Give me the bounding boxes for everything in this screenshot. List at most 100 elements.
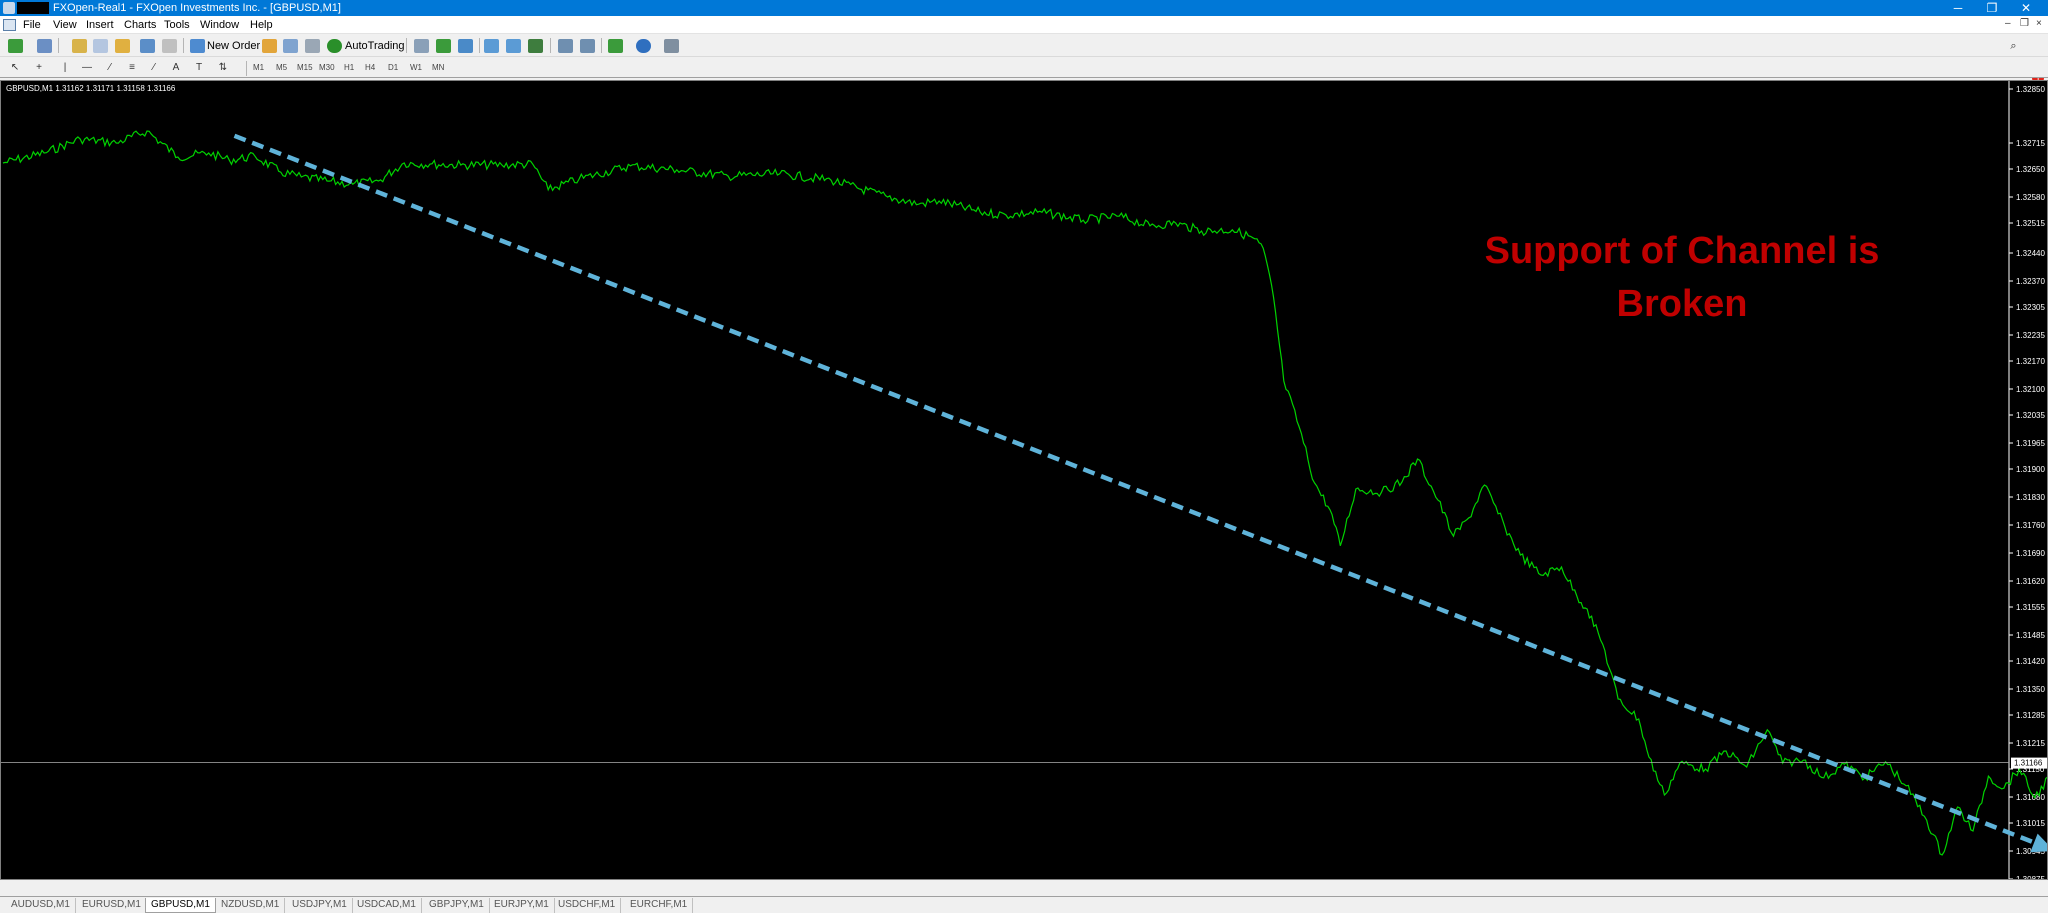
timeframe-m15[interactable]: M15 xyxy=(297,61,313,75)
y-tick-label: 1.31350 xyxy=(2016,685,2045,694)
indicators-icon[interactable] xyxy=(608,39,623,53)
navigator-icon[interactable] xyxy=(115,39,130,53)
line-chart-icon[interactable] xyxy=(458,39,473,53)
cursor-icon[interactable]: ↖ xyxy=(8,61,22,75)
y-tick-label: 1.32515 xyxy=(2016,219,2045,228)
timeframe-d1[interactable]: D1 xyxy=(388,61,398,75)
bar-chart-icon[interactable] xyxy=(414,39,429,53)
tab-audusd[interactable]: AUDUSD,M1 xyxy=(6,898,76,913)
y-tick-label: 1.31420 xyxy=(2016,657,2045,666)
profiles-icon[interactable] xyxy=(37,39,52,53)
strategy-tester-icon[interactable] xyxy=(162,39,177,53)
candlesticks-icon[interactable] xyxy=(436,39,451,53)
y-tick-label: 1.32370 xyxy=(2016,277,2045,286)
tab-gbpjpy[interactable]: GBPJPY,M1 xyxy=(424,898,490,913)
mdi-minimize-button[interactable]: – xyxy=(2005,17,2011,31)
options-icon[interactable] xyxy=(305,39,320,53)
y-tick-label: 1.31760 xyxy=(2016,521,2045,530)
y-tick-label: 1.30875 xyxy=(2016,875,2045,879)
mdi-restore-button[interactable]: ❐ xyxy=(2020,17,2029,31)
data-window-icon[interactable] xyxy=(93,39,108,53)
annotation-line-2: Broken xyxy=(1617,283,1748,325)
toolbar-separator xyxy=(550,38,551,53)
tab-eurchf[interactable]: EURCHF,M1 xyxy=(625,898,694,913)
tab-nzdusd[interactable]: NZDUSD,M1 xyxy=(216,898,286,913)
tab-usdchf[interactable]: USDCHF,M1 xyxy=(553,898,622,913)
menu-insert[interactable]: Insert xyxy=(86,18,114,32)
chart-window[interactable]: 1.32850 1.32715 1.32650 1.32580 1.32515 1.324… xyxy=(0,80,2048,880)
bid-price-label: 1.31166 xyxy=(2014,759,2043,768)
autotrading-icon[interactable] xyxy=(327,39,342,53)
chart-window-icon[interactable] xyxy=(3,19,16,31)
terminal-icon[interactable] xyxy=(140,39,155,53)
y-tick-label: 1.31080 xyxy=(2016,793,2045,802)
menu-bar: File View Insert Charts Tools Window Hel… xyxy=(0,16,2048,34)
tab-eurusd[interactable]: EURUSD,M1 xyxy=(77,898,147,913)
app-icon[interactable] xyxy=(3,2,15,14)
y-tick-label: 1.31900 xyxy=(2016,465,2045,474)
fibonacci-icon[interactable]: ⁄ xyxy=(147,61,161,75)
market-watch-icon[interactable] xyxy=(72,39,87,53)
text-icon[interactable]: A xyxy=(169,61,183,75)
tile-windows-icon[interactable] xyxy=(528,39,543,53)
price-chart[interactable]: 1.32850 1.32715 1.32650 1.32580 1.32515 1.324… xyxy=(1,81,2047,879)
autotrading-button[interactable]: AutoTrading xyxy=(345,38,405,54)
tab-usdcad[interactable]: USDCAD,M1 xyxy=(352,898,422,913)
y-tick-label: 1.31620 xyxy=(2016,577,2045,586)
trendline-arrowhead xyxy=(2030,833,2047,853)
y-tick-label: 1.31485 xyxy=(2016,631,2045,640)
y-tick-label: 1.31830 xyxy=(2016,493,2045,502)
y-tick-label: 1.32035 xyxy=(2016,411,2045,420)
new-order-button[interactable]: New Order xyxy=(207,38,260,54)
y-tick-label: 1.31690 xyxy=(2016,549,2045,558)
new-chart-icon[interactable] xyxy=(8,39,23,53)
periods-icon[interactable] xyxy=(636,39,651,53)
mdi-close-button[interactable]: × xyxy=(2036,17,2042,31)
menu-help[interactable]: Help xyxy=(250,18,273,32)
y-tick-label: 1.31215 xyxy=(2016,739,2045,748)
tab-usdjpy[interactable]: USDJPY,M1 xyxy=(287,898,353,913)
crosshair-icon[interactable]: + xyxy=(32,61,46,75)
tab-eurjpy[interactable]: EURJPY,M1 xyxy=(489,898,555,913)
y-tick-label: 1.32580 xyxy=(2016,193,2045,202)
new-order-icon[interactable] xyxy=(190,39,205,53)
y-tick-label: 1.31285 xyxy=(2016,711,2045,720)
vertical-line-icon[interactable]: | xyxy=(58,61,72,75)
timeframe-h4[interactable]: H4 xyxy=(365,61,375,75)
autoscroll-icon[interactable] xyxy=(580,39,595,53)
y-tick-label: 1.32850 xyxy=(2016,85,2045,94)
title-bar: FXOpen-Real1 - FXOpen Investments Inc. -… xyxy=(0,0,2048,16)
equidistant-channel-icon[interactable]: ≡ xyxy=(125,61,139,75)
y-tick-label: 1.31555 xyxy=(2016,603,2045,612)
timeframe-m1[interactable]: M1 xyxy=(253,61,264,75)
line-studies-toolbar: ↖ + | — ⁄ ≡ ⁄ A T ⇅ M1 M5 M15 M30 H1 H4 … xyxy=(0,58,2048,78)
timeframe-m30[interactable]: M30 xyxy=(319,61,335,75)
templates-icon[interactable] xyxy=(664,39,679,53)
timeframe-m5[interactable]: M5 xyxy=(276,61,287,75)
timeframe-mn[interactable]: MN xyxy=(432,61,444,75)
menu-tools[interactable]: Tools xyxy=(164,18,190,32)
text-label-icon[interactable]: T xyxy=(192,61,206,75)
metaeditor-icon[interactable] xyxy=(262,39,277,53)
y-tick-label: 1.32650 xyxy=(2016,165,2045,174)
y-tick-label: 1.31015 xyxy=(2016,819,2045,828)
search-icon[interactable]: ⌕ xyxy=(2006,39,2021,53)
horizontal-line-icon[interactable]: — xyxy=(80,61,94,75)
timeframe-h1[interactable]: H1 xyxy=(344,61,354,75)
chart-shift-icon[interactable] xyxy=(558,39,573,53)
menu-view[interactable]: View xyxy=(53,18,77,32)
menu-file[interactable]: File xyxy=(23,18,41,32)
window-title: FXOpen-Real1 - FXOpen Investments Inc. -… xyxy=(53,2,341,14)
signals-icon[interactable] xyxy=(283,39,298,53)
trendline-icon[interactable]: ⁄ xyxy=(103,61,117,75)
menu-charts[interactable]: Charts xyxy=(124,18,156,32)
tab-gbpusd[interactable]: GBPUSD,M1 xyxy=(145,898,216,913)
zoom-in-icon[interactable] xyxy=(484,39,499,53)
menu-window[interactable]: Window xyxy=(200,18,239,32)
zoom-out-icon[interactable] xyxy=(506,39,521,53)
close-button[interactable]: ✕ xyxy=(2004,0,2048,16)
arrows-icon[interactable]: ⇅ xyxy=(216,61,230,75)
timeframe-w1[interactable]: W1 xyxy=(410,61,422,75)
y-tick-label: 1.32170 xyxy=(2016,357,2045,366)
toolbar-separator xyxy=(183,38,184,53)
